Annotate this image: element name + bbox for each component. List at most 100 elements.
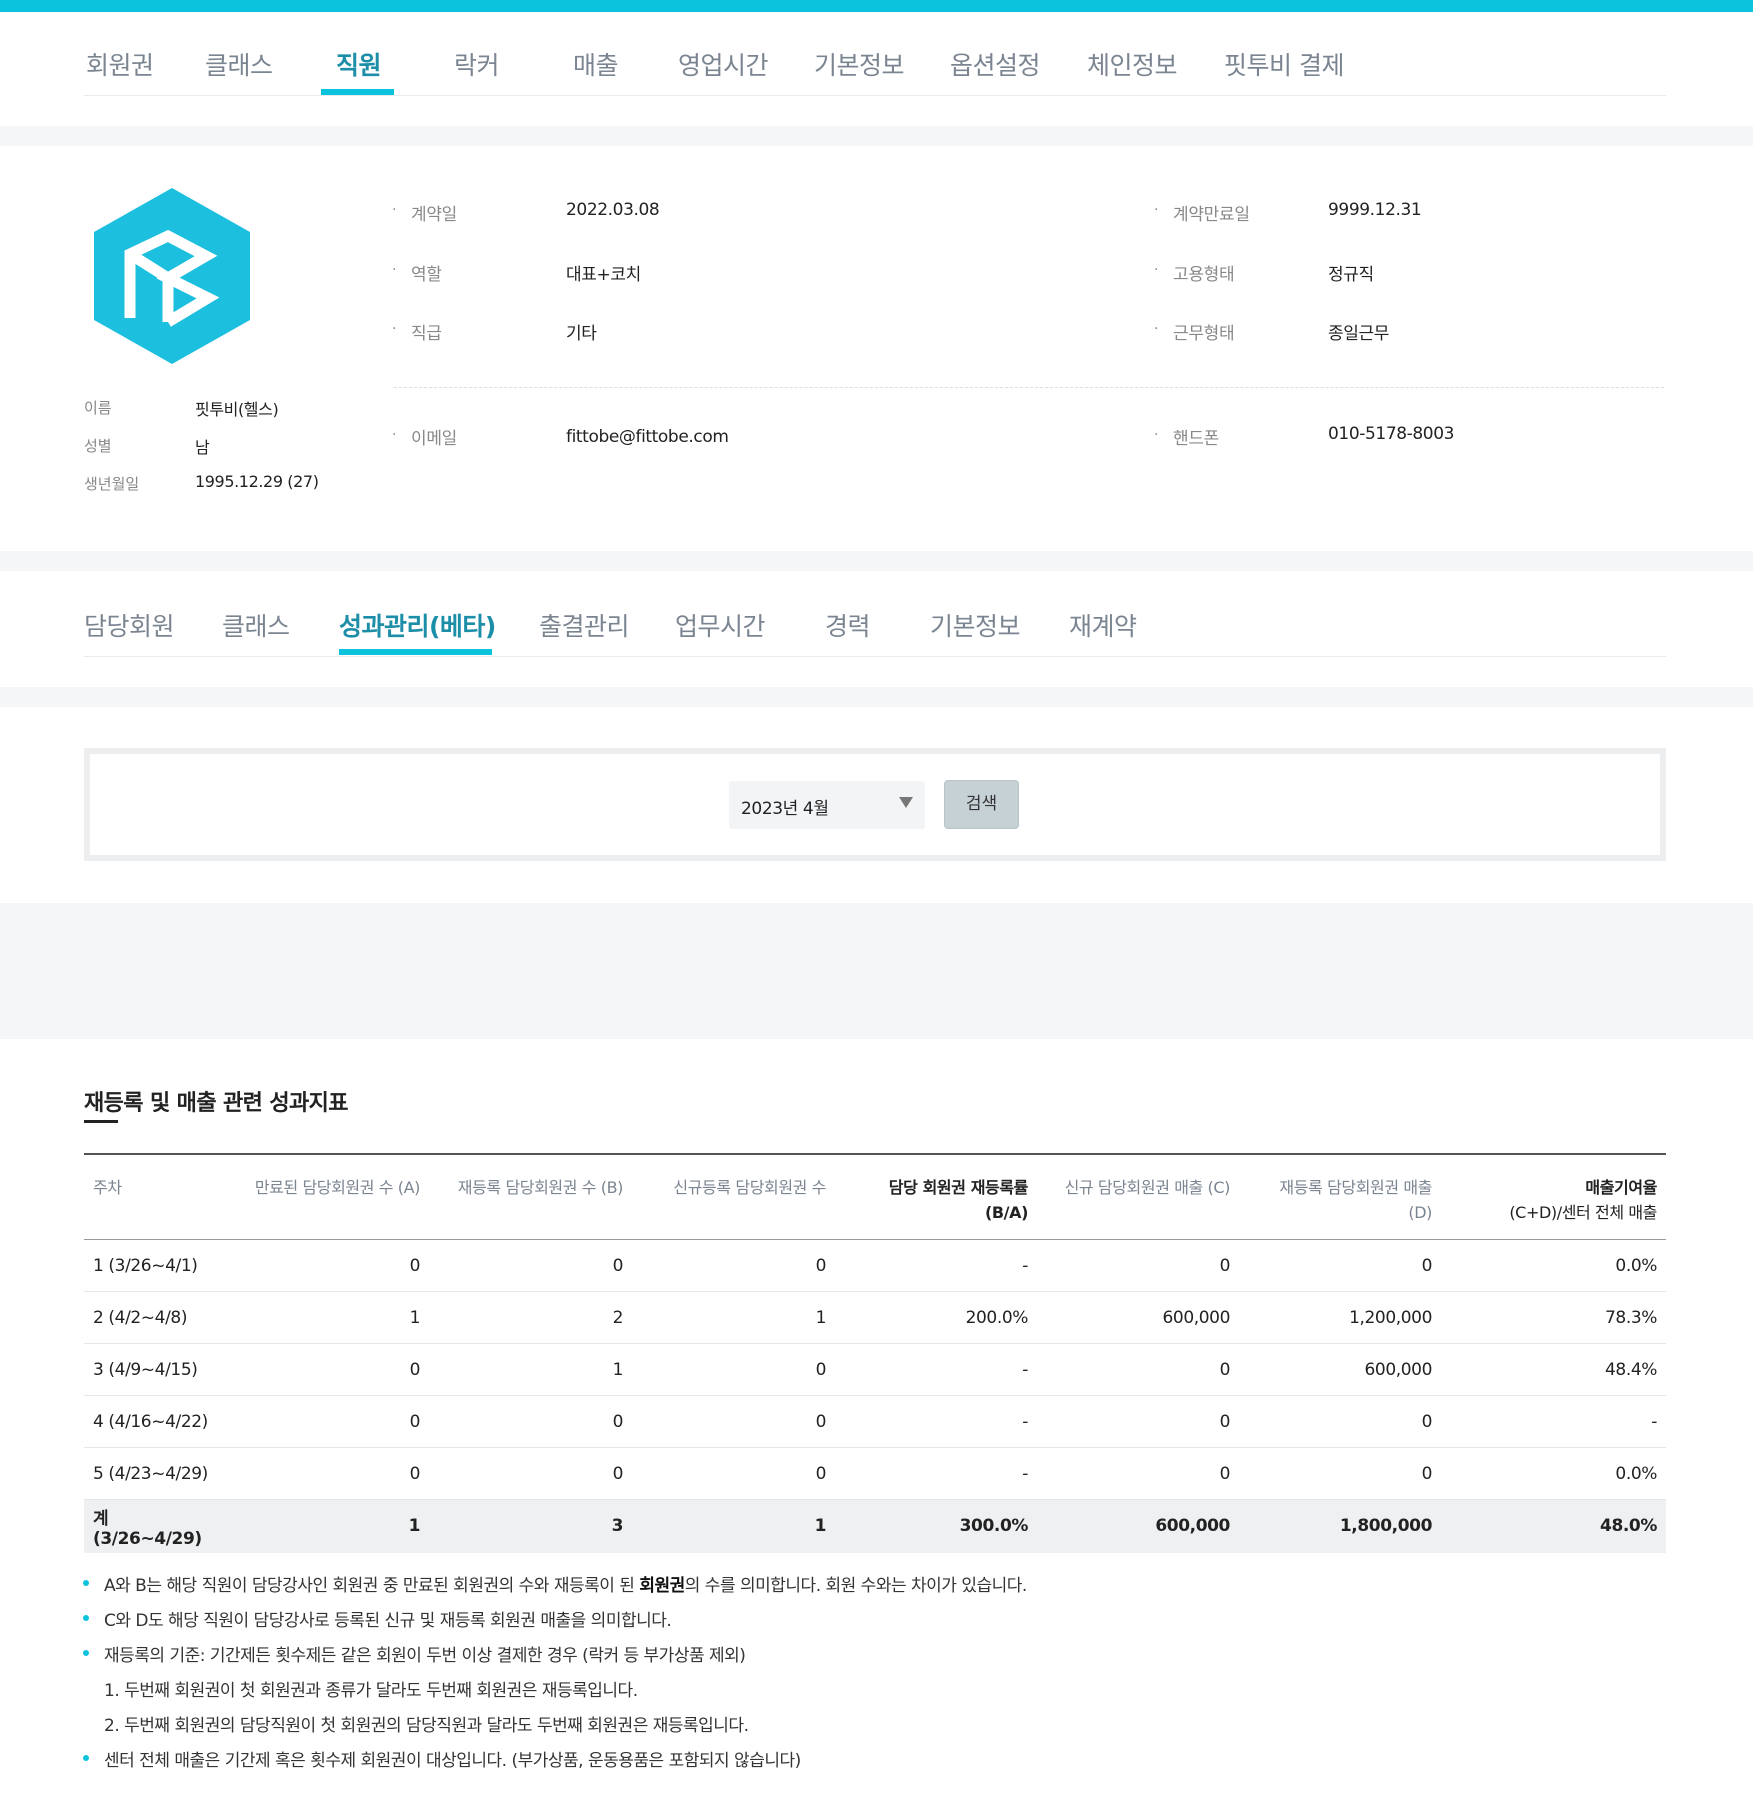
month-select[interactable]: 2023년 4월 bbox=[729, 781, 925, 829]
header-sales-contribution: 매출기여율 (C+D)/센터 전체 매출 bbox=[1509, 1178, 1657, 1222]
cell-week: 1 (3/26~4/1) bbox=[84, 1239, 217, 1292]
role-value: 대표+코치 bbox=[566, 265, 641, 285]
bullet: · bbox=[1154, 321, 1159, 337]
table-row: 2 (4/2~4/8) 1 2 1 200.0% 600,000 1,200,0… bbox=[84, 1291, 1666, 1344]
chevron-down-icon bbox=[899, 797, 913, 808]
cell: 0 bbox=[429, 1395, 632, 1448]
tab-fittobe-payment[interactable]: 핏투비 결제 bbox=[1224, 46, 1344, 82]
subtab-work-hours[interactable]: 업무시간 bbox=[675, 607, 766, 643]
cell: 1 bbox=[217, 1499, 429, 1553]
name-label: 이름 bbox=[84, 399, 112, 417]
tab-membership[interactable]: 회원권 bbox=[86, 46, 154, 82]
role-label: 역할 bbox=[411, 265, 442, 285]
name-value: 핏투비(헬스) bbox=[195, 400, 279, 419]
contract-date-value: 2022.03.08 bbox=[566, 200, 660, 220]
subtab-recontract[interactable]: 재계약 bbox=[1069, 607, 1137, 643]
bullet-dot bbox=[83, 1755, 89, 1761]
rank-value: 기타 bbox=[566, 324, 597, 344]
cell: 600,000 bbox=[1239, 1343, 1441, 1396]
contract-date-label: 계약일 bbox=[411, 205, 458, 225]
table-header-row: 주차 만료된 담당회원권 수 (A) 재등록 담당회원권 수 (B) 신규등록 … bbox=[84, 1154, 1666, 1240]
cell: 0 bbox=[1239, 1447, 1441, 1500]
cell: 1 bbox=[429, 1343, 632, 1396]
employment-value: 정규직 bbox=[1328, 265, 1374, 285]
cell: 0 bbox=[1239, 1239, 1441, 1292]
header-week: 주차 bbox=[93, 1178, 122, 1197]
note-3: 재등록의 기준: 기간제든 횟수제든 같은 회원이 두번 이상 결제한 경우 (… bbox=[104, 1646, 746, 1666]
cell: 0 bbox=[217, 1239, 429, 1292]
section-title: 재등록 및 매출 관련 성과지표 bbox=[84, 1091, 349, 1116]
table-row: 3 (4/9~4/15) 0 1 0 - 0 600,000 48.4% bbox=[84, 1343, 1666, 1396]
cell: 0 bbox=[632, 1447, 835, 1500]
header-reregistration-sales: 재등록 담당회원권 매출 (D) bbox=[1279, 1178, 1432, 1222]
bullet: · bbox=[392, 427, 397, 443]
table-total-row: 계 (3/26~4/29) 1 3 1 300.0% 600,000 1,800… bbox=[84, 1499, 1666, 1553]
table-row: 1 (3/26~4/1) 0 0 0 - 0 0 0.0% bbox=[84, 1239, 1666, 1292]
subtab-attendance[interactable]: 출결관리 bbox=[539, 607, 630, 643]
cell: - bbox=[835, 1395, 1037, 1448]
cell: 200.0% bbox=[835, 1291, 1037, 1344]
email-label: 이메일 bbox=[411, 429, 458, 449]
cell: 0 bbox=[217, 1343, 429, 1396]
header-reregistration-rate: 담당 회원권 재등록률 (B/A) bbox=[888, 1178, 1029, 1222]
bullet: · bbox=[392, 262, 397, 278]
subtab-basic-info[interactable]: 기본정보 bbox=[930, 607, 1021, 643]
tab-staff[interactable]: 직원 bbox=[336, 46, 382, 82]
search-button[interactable]: 검색 bbox=[944, 780, 1019, 829]
month-select-value: 2023년 4월 bbox=[741, 799, 829, 819]
tab-class[interactable]: 클래스 bbox=[205, 46, 273, 82]
note-4: 센터 전체 매출은 기간제 혹은 횟수제 회원권이 대상입니다. (부가상품, … bbox=[104, 1751, 801, 1771]
cell: - bbox=[835, 1239, 1037, 1292]
email-value: fittobe@fittobe.com bbox=[566, 427, 729, 447]
table-row: 4 (4/16~4/22) 0 0 0 - 0 0 - bbox=[84, 1395, 1666, 1448]
tab-business-hours[interactable]: 영업시간 bbox=[678, 46, 769, 82]
work-type-label: 근무형태 bbox=[1173, 324, 1235, 344]
subtab-assigned-members[interactable]: 담당회원 bbox=[84, 607, 175, 643]
cell: 300.0% bbox=[835, 1499, 1037, 1553]
birth-label: 생년월일 bbox=[84, 475, 140, 493]
subtab-class[interactable]: 클래스 bbox=[222, 607, 290, 643]
bullet: · bbox=[392, 321, 397, 337]
cell: 1 bbox=[632, 1291, 835, 1344]
cell: 48.4% bbox=[1441, 1343, 1666, 1396]
cell: 0 bbox=[429, 1447, 632, 1500]
section-gap bbox=[0, 687, 1753, 707]
cell: 78.3% bbox=[1441, 1291, 1666, 1344]
fittobe-logo bbox=[94, 188, 250, 364]
cell: 0.0% bbox=[1441, 1239, 1666, 1292]
tab-basic-info[interactable]: 기본정보 bbox=[814, 46, 905, 82]
table-row: 5 (4/23~4/29) 0 0 0 - 0 0 0.0% bbox=[84, 1447, 1666, 1500]
tab-chain-info[interactable]: 체인정보 bbox=[1087, 46, 1178, 82]
performance-table: 주차 만료된 담당회원권 수 (A) 재등록 담당회원권 수 (B) 신규등록 … bbox=[84, 1153, 1666, 1553]
cell: 3 bbox=[429, 1499, 632, 1553]
cell: 1 bbox=[217, 1291, 429, 1344]
tab-locker[interactable]: 락커 bbox=[454, 46, 500, 82]
tab-sales[interactable]: 매출 bbox=[573, 46, 619, 82]
section-title-underline bbox=[84, 1120, 118, 1123]
contract-end-label: 계약만료일 bbox=[1173, 205, 1250, 225]
note-3-2: 2. 두번째 회원권의 담당직원이 첫 회원권의 담당직원과 달라도 두번째 회… bbox=[104, 1716, 749, 1736]
subtab-performance[interactable]: 성과관리(베타) bbox=[339, 607, 496, 643]
bullet: · bbox=[392, 202, 397, 218]
header-new-sales: 신규 담당회원권 매출 (C) bbox=[1064, 1178, 1231, 1197]
note-2: C와 D도 해당 직원이 담당강사로 등록된 신규 및 재등록 회원권 매출을 … bbox=[104, 1611, 672, 1631]
cell: 0 bbox=[1037, 1239, 1239, 1292]
cell: 600,000 bbox=[1037, 1291, 1239, 1344]
note-3-1: 1. 두번째 회원권이 첫 회원권과 종류가 달라도 두번째 회원권은 재등록입… bbox=[104, 1681, 638, 1701]
cell: 0 bbox=[217, 1447, 429, 1500]
cell: 48.0% bbox=[1441, 1499, 1666, 1553]
cell: 600,000 bbox=[1037, 1499, 1239, 1553]
cell: 2 bbox=[429, 1291, 632, 1344]
section-gap bbox=[0, 126, 1753, 146]
top-accent-bar bbox=[0, 0, 1753, 12]
cell: 0 bbox=[1239, 1395, 1441, 1448]
subtab-career[interactable]: 경력 bbox=[825, 607, 871, 643]
rank-label: 직급 bbox=[411, 324, 442, 344]
tab-options[interactable]: 옵션설정 bbox=[950, 46, 1041, 82]
bullet-dot bbox=[83, 1650, 89, 1656]
cell: 0 bbox=[632, 1343, 835, 1396]
header-expired-count: 만료된 담당회원권 수 (A) bbox=[254, 1178, 421, 1197]
header-reregistered-count: 재등록 담당회원권 수 (B) bbox=[457, 1178, 624, 1197]
section-gap bbox=[0, 903, 1753, 1039]
field-divider bbox=[394, 387, 1664, 388]
